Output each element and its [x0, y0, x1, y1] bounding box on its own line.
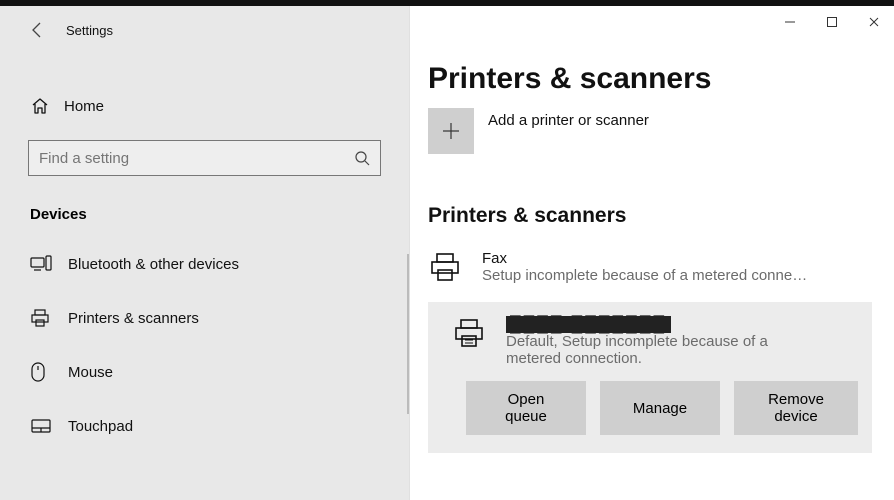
window-minimize-button[interactable]: [784, 16, 796, 28]
search-icon: [354, 150, 370, 166]
remove-device-button[interactable]: Remove device: [734, 381, 858, 435]
add-printer-label: Add a printer or scanner: [488, 112, 649, 129]
scrollbar[interactable]: [407, 254, 409, 414]
sidebar-home[interactable]: Home: [0, 84, 409, 128]
window-maximize-button[interactable]: [826, 16, 838, 28]
device-row-selected[interactable]: ████ ███████ Default, Setup incomplete b…: [442, 316, 858, 381]
window-close-button[interactable]: [868, 16, 880, 28]
sidebar-item-label: Mouse: [68, 364, 113, 381]
mouse-icon: [30, 361, 68, 383]
sidebar-home-label: Home: [64, 98, 104, 115]
device-status: Default, Setup incomplete because of a m…: [506, 333, 826, 367]
search-input[interactable]: [39, 150, 337, 167]
add-icon: [428, 108, 474, 154]
app-title: Settings: [66, 23, 113, 38]
main-panel: Printers & scanners Add a printer or sca…: [410, 6, 894, 500]
page-title: Printers & scanners: [428, 62, 894, 96]
printer-icon: [30, 308, 68, 328]
touchpad-icon: [30, 418, 68, 434]
sidebar-item-label: Touchpad: [68, 418, 133, 435]
settings-sidebar: Settings Home Devices Bluetooth & other …: [0, 6, 410, 500]
sidebar-item-printers[interactable]: Printers & scanners: [0, 291, 409, 345]
devices-icon: [30, 255, 68, 273]
sidebar-group-label: Devices: [30, 206, 409, 223]
selected-device-card: ████ ███████ Default, Setup incomplete b…: [428, 302, 872, 453]
section-title: Printers & scanners: [428, 204, 894, 228]
search-input-container[interactable]: [28, 140, 381, 176]
open-queue-button[interactable]: Open queue: [466, 381, 586, 435]
sidebar-item-mouse[interactable]: Mouse: [0, 345, 409, 399]
add-printer-row[interactable]: Add a printer or scanner: [428, 108, 894, 154]
device-row-fax[interactable]: Fax Setup incomplete because of a metere…: [428, 242, 894, 294]
printer-icon: [452, 316, 506, 350]
home-icon: [30, 96, 64, 116]
sidebar-item-label: Printers & scanners: [68, 310, 199, 327]
device-name: Fax: [482, 250, 864, 267]
sidebar-item-bluetooth[interactable]: Bluetooth & other devices: [0, 237, 409, 291]
device-name: ████ ███████: [506, 316, 828, 333]
sidebar-item-touchpad[interactable]: Touchpad: [0, 399, 409, 453]
sidebar-item-label: Bluetooth & other devices: [68, 256, 239, 273]
device-status: Setup incomplete because of a metered co…: [482, 267, 842, 284]
manage-button[interactable]: Manage: [600, 381, 720, 435]
printer-icon: [428, 250, 482, 284]
back-button[interactable]: [18, 20, 58, 40]
